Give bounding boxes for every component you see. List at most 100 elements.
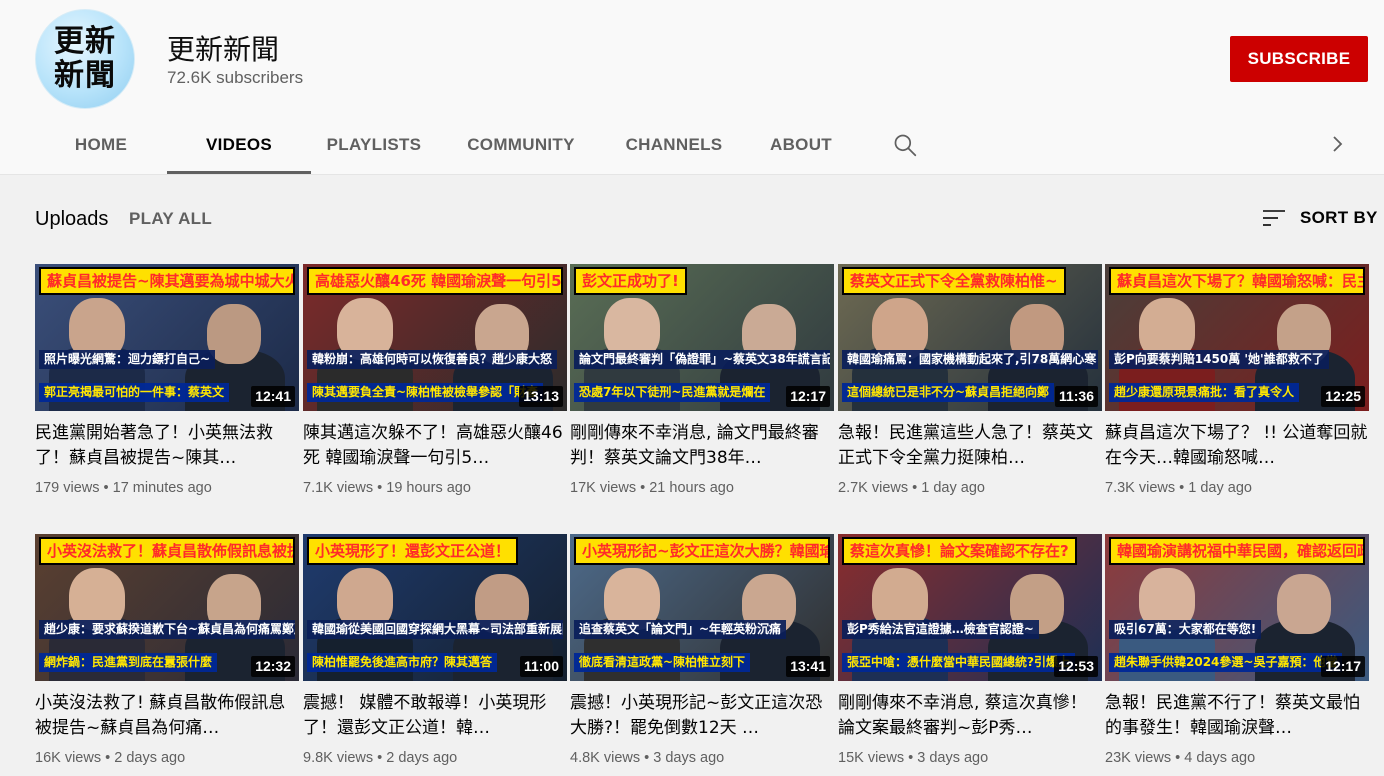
video-duration: 12:41 <box>251 386 295 407</box>
thumbnail-banner-text: 小英現形了！還彭文正公道！ <box>307 537 519 565</box>
tab-about[interactable]: ABOUT <box>739 116 863 174</box>
video-duration: 12:53 <box>1054 656 1098 677</box>
view-count: 15K views <box>838 750 905 766</box>
channel-tabs: HOME VIDEOS PLAYLISTS COMMUNITY CHANNELS… <box>35 116 945 174</box>
thumbnail-caption: 徹底看清這政黨~陳柏惟立刻下 <box>574 653 751 672</box>
video-duration: 11:36 <box>1054 386 1098 407</box>
video-thumbnail[interactable]: 蘇貞昌這次下場了？韓國瑜怒喊：民主不是貼標籤 彭P向要蔡判賠1450萬 '她'誰… <box>1105 264 1369 411</box>
tab-community[interactable]: COMMUNITY <box>439 116 603 174</box>
video-card[interactable]: 彭文正成功了! 論文門最終審判「偽證罪」~蔡英文38年謊言記錄錄~ 恐處7年以下… <box>570 264 834 496</box>
video-thumbnail[interactable]: 韓國瑜演講祝福中華民國，確認返回政壇~ 吸引67萬：大家都在等您! 趙朱聯手供韓… <box>1105 534 1369 681</box>
sort-by-button[interactable]: SORT BY <box>1262 206 1378 230</box>
upload-age: 4 days ago <box>1184 750 1256 766</box>
view-count: 7.1K views <box>303 480 374 496</box>
video-card[interactable]: 蔡英文正式下令全黨救陳柏惟~ 韓國瑜痛罵：國家機構動起來了,引78萬網心寒 這個… <box>838 264 1102 496</box>
video-card[interactable]: 小英沒法救了！蘇貞昌散佈假訊息被提告~ 趙少康：要求蘇揆道歉下台~蘇貞昌為何痛罵… <box>35 534 299 766</box>
video-thumbnail[interactable]: 小英沒法救了！蘇貞昌散佈假訊息被提告~ 趙少康：要求蘇揆道歉下台~蘇貞昌為何痛罵… <box>35 534 299 681</box>
video-title[interactable]: 震撼！小英現形記~彭文正這次恐大勝?！罷免倒數12天 … <box>570 691 834 741</box>
chevron-right-icon <box>1333 136 1343 152</box>
video-duration: 12:25 <box>1321 386 1365 407</box>
thumbnail-face <box>1277 574 1331 634</box>
meta-separator: • <box>103 480 113 496</box>
subscriber-count: 72.6K subscribers <box>167 68 304 87</box>
thumbnail-caption: 陳其邁要負全責~陳柏惟被檢舉參認「財產 <box>307 383 544 402</box>
video-meta: 16K views • 2 days ago <box>35 750 299 766</box>
tabs-next-button[interactable] <box>1322 128 1352 160</box>
view-count: 4.8K views <box>570 750 641 766</box>
channel-search-button[interactable] <box>865 116 945 174</box>
sort-icon <box>1263 210 1285 226</box>
tab-home[interactable]: HOME <box>35 116 167 174</box>
thumbnail-banner-text: 小英現形記~彭文正這次大勝？韓國瑜赴美國~ <box>574 537 830 565</box>
thumbnail-caption: 彭P秀給法官這證據…檢查官認證~ <box>842 620 1039 639</box>
video-title[interactable]: 蘇貞昌這次下場了？ !! 公道奪回就在今天…韓國瑜怒喊… <box>1105 421 1369 471</box>
video-title[interactable]: 剛剛傳來不幸消息, 論文門最終審判！蔡英文論文門38年… <box>570 421 834 471</box>
thumbnail-banner-text: 韓國瑜演講祝福中華民國，確認返回政壇~ <box>1109 537 1365 565</box>
channel-header: 更新 新聞 更新新聞 72.6K subscribers SUBSCRIBE H… <box>0 0 1384 174</box>
meta-separator: • <box>1179 480 1189 496</box>
video-meta: 179 views • 17 minutes ago <box>35 480 299 496</box>
video-card[interactable]: 小英現形了！還彭文正公道！ 韓國瑜從美國回國穿探網大黑幕~司法部重新展開調查 陳… <box>303 534 567 766</box>
video-thumbnail[interactable]: 蔡英文正式下令全黨救陳柏惟~ 韓國瑜痛罵：國家機構動起來了,引78萬網心寒 這個… <box>838 264 1102 411</box>
video-meta: 4.8K views • 3 days ago <box>570 750 834 766</box>
video-title[interactable]: 陳其邁這次躲不了！高雄惡火釀46死 韓國瑜淚聲一句引5… <box>303 421 567 471</box>
uploads-label: Uploads <box>35 208 109 230</box>
video-duration: 13:41 <box>786 656 830 677</box>
channel-name: 更新新聞 <box>167 33 280 66</box>
thumbnail-caption: 張亞中嗆：憑什麼當中華民國總統?引爆上 <box>842 653 1075 672</box>
video-title[interactable]: 急報！民進黨這些人急了！蔡英文正式下令全黨力挺陳柏… <box>838 421 1102 471</box>
video-card[interactable]: 蔡這次真慘！論文案確認不存在? 彭P秀給法官這證據…檢查官認證~ 張亞中嗆：憑什… <box>838 534 1102 766</box>
thumbnail-caption: 照片曝光網驚：迴力鏢打自己~ <box>39 350 216 369</box>
meta-separator: • <box>105 750 115 766</box>
thumbnail-caption: 網炸鍋：民進黨到底在囂張什麼 <box>39 653 218 672</box>
subscribe-button[interactable]: SUBSCRIBE <box>1230 36 1368 82</box>
thumbnail-caption: 吸引67萬：大家都在等您! <box>1109 620 1262 639</box>
video-card[interactable]: 高雄惡火釀46死 韓國瑜淚聲一句引56萬分享感謝~ 韓粉崩：高雄何時可以恢復善良… <box>303 264 567 496</box>
video-title[interactable]: 急報！民進黨不行了！蔡英文最怕的事發生！韓國瑜淚聲… <box>1105 691 1369 741</box>
tab-playlists[interactable]: PLAYLISTS <box>315 116 433 174</box>
thumbnail-banner-text: 彭文正成功了! <box>574 267 687 295</box>
video-card[interactable]: 蘇貞昌這次下場了？韓國瑜怒喊：民主不是貼標籤 彭P向要蔡判賠1450萬 '她'誰… <box>1105 264 1369 496</box>
video-title[interactable]: 震撼！ 媒體不敢報導！小英現形了！還彭文正公道！韓… <box>303 691 567 741</box>
thumbnail-caption: 這個總統已是非不分~蘇貞昌拒絕向鄭 <box>842 383 1055 402</box>
video-meta: 7.3K views • 1 day ago <box>1105 480 1369 496</box>
thumbnail-banner-text: 高雄惡火釀46死 韓國瑜淚聲一句引56萬分享感謝~ <box>307 267 563 295</box>
search-icon <box>894 134 917 157</box>
video-thumbnail[interactable]: 小英現形了！還彭文正公道！ 韓國瑜從美國回國穿探網大黑幕~司法部重新展開調查 陳… <box>303 534 567 681</box>
thumbnail-caption: 恐處7年以下徒刑~民進黨就是爛在 <box>574 383 771 402</box>
upload-age: 2 days ago <box>114 750 186 766</box>
avatar-text-line2: 新聞 <box>54 58 116 93</box>
video-title[interactable]: 小英沒法救了! 蘇貞昌散佈假訊息被提告~蘇貞昌為何痛… <box>35 691 299 741</box>
video-thumbnail[interactable]: 彭文正成功了! 論文門最終審判「偽證罪」~蔡英文38年謊言記錄錄~ 恐處7年以下… <box>570 264 834 411</box>
video-duration: 11:00 <box>519 656 563 677</box>
thumbnail-caption: 追查蔡英文「論文門」~年輕英粉沉痛 <box>574 620 787 639</box>
upload-age: 2 days ago <box>386 750 458 766</box>
thumbnail-banner-text: 小英沒法救了！蘇貞昌散佈假訊息被提告~ <box>39 537 295 565</box>
view-count: 2.7K views <box>838 480 909 496</box>
view-count: 23K views <box>1105 750 1172 766</box>
video-thumbnail[interactable]: 小英現形記~彭文正這次大勝？韓國瑜赴美國~ 追查蔡英文「論文門」~年輕英粉沉痛 … <box>570 534 834 681</box>
video-meta: 15K views • 3 days ago <box>838 750 1102 766</box>
video-thumbnail[interactable]: 高雄惡火釀46死 韓國瑜淚聲一句引56萬分享感謝~ 韓粉崩：高雄何時可以恢復善良… <box>303 264 567 411</box>
thumbnail-caption: 趙少康：要求蘇揆道歉下台~蘇貞昌為何痛罵鄭麗文? <box>39 620 295 639</box>
thumbnail-banner-text: 蘇貞昌這次下場了？韓國瑜怒喊：民主不是貼標籤 <box>1109 267 1365 295</box>
video-thumbnail[interactable]: 蘇貞昌被提告~陳其邁要為城中城大火下台? 照片曝光網驚：迴力鏢打自己~ 郭正亮揭… <box>35 264 299 411</box>
video-duration: 12:17 <box>786 386 830 407</box>
video-title[interactable]: 民進黨開始著急了！小英無法救了！蘇貞昌被提告~陳其… <box>35 421 299 471</box>
video-title[interactable]: 剛剛傳來不幸消息, 蔡這次真慘！論文案最終審判~彭P秀… <box>838 691 1102 741</box>
video-card[interactable]: 韓國瑜演講祝福中華民國，確認返回政壇~ 吸引67萬：大家都在等您! 趙朱聯手供韓… <box>1105 534 1369 766</box>
video-card[interactable]: 蘇貞昌被提告~陳其邁要為城中城大火下台? 照片曝光網驚：迴力鏢打自己~ 郭正亮揭… <box>35 264 299 496</box>
view-count: 16K views <box>35 750 102 766</box>
thumbnail-caption: 陳柏惟罷免後進高市府？陳其邁答 <box>307 653 498 672</box>
video-meta: 17K views • 21 hours ago <box>570 480 834 496</box>
play-all-button[interactable]: PLAY ALL <box>129 209 212 229</box>
thumbnail-caption: 彭P向要蔡判賠1450萬 '她'誰都救不了 <box>1109 350 1329 369</box>
sort-by-label: SORT BY <box>1300 208 1378 227</box>
video-meta: 2.7K views • 1 day ago <box>838 480 1102 496</box>
thumbnail-caption: 論文門最終審判「偽證罪」~蔡英文38年謊言記錄錄~ <box>574 350 830 369</box>
tab-channels[interactable]: CHANNELS <box>609 116 739 174</box>
video-card[interactable]: 小英現形記~彭文正這次大勝？韓國瑜赴美國~ 追查蔡英文「論文門」~年輕英粉沉痛 … <box>570 534 834 766</box>
tab-videos[interactable]: VIDEOS <box>167 116 311 174</box>
channel-avatar[interactable]: 更新 新聞 <box>35 9 135 109</box>
video-thumbnail[interactable]: 蔡這次真慘！論文案確認不存在? 彭P秀給法官這證據…檢查官認證~ 張亞中嗆：憑什… <box>838 534 1102 681</box>
